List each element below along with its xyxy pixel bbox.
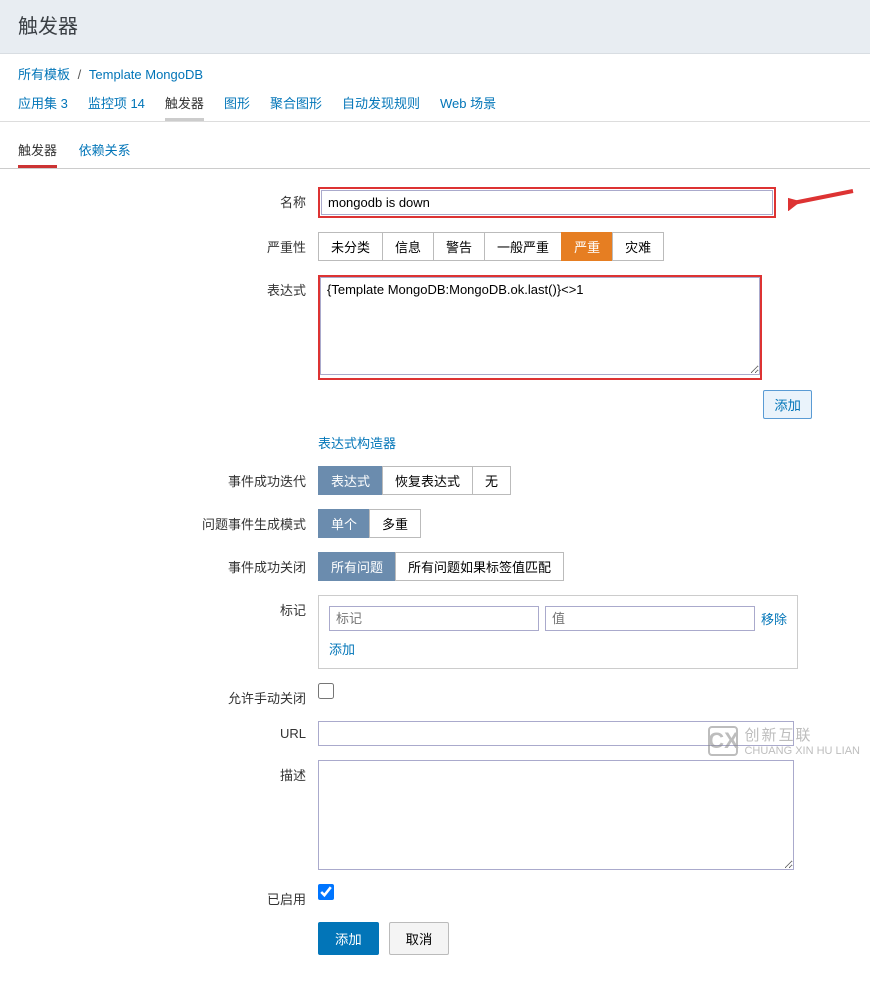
label-enabled: 已启用 [18,884,318,908]
breadcrumb: 所有模板 / Template MongoDB [18,64,852,83]
watermark-logo-icon: CX [708,726,738,756]
tag-name-input[interactable] [329,606,539,631]
event-ok-iter-1[interactable]: 恢复表达式 [382,466,473,495]
expr-highlight [318,275,762,380]
severity-opt-2[interactable]: 警告 [433,232,485,261]
submit-add-button[interactable]: 添加 [318,922,379,955]
problem-mode-segmented: 单个 多重 [318,509,421,538]
cancel-button[interactable]: 取消 [389,922,450,955]
page-header: 触发器 [0,0,870,54]
event-ok-iter-2[interactable]: 无 [472,466,511,495]
tag-add-link[interactable]: 添加 [329,642,355,657]
severity-opt-4[interactable]: 严重 [561,232,613,261]
enabled-checkbox[interactable] [318,884,334,900]
breadcrumb-template[interactable]: Template MongoDB [89,67,203,82]
label-name: 名称 [18,187,318,211]
nav-discovery[interactable]: 自动发现规则 [342,93,420,121]
page-title: 触发器 [18,10,852,39]
watermark: CX 创新互联 CHUANG XIN HU LIAN [708,724,860,757]
tag-value-input[interactable] [545,606,755,631]
nav-screens[interactable]: 聚合图形 [270,93,322,121]
nav-web[interactable]: Web 场景 [440,93,496,121]
label-desc: 描述 [18,760,318,784]
label-tags: 标记 [18,595,318,619]
expr-builder-link[interactable]: 表达式构造器 [318,433,396,452]
severity-segmented: 未分类 信息 警告 一般严重 严重 灾难 [318,232,664,261]
problem-mode-1[interactable]: 多重 [369,509,421,538]
label-severity: 严重性 [18,232,318,256]
name-highlight [318,187,776,218]
severity-opt-1[interactable]: 信息 [382,232,434,261]
subtab-deps[interactable]: 依赖关系 [79,134,131,165]
expression-textarea[interactable] [320,277,760,375]
event-ok-close-segmented: 所有问题 所有问题如果标签值匹配 [318,552,564,581]
label-url: URL [18,721,318,741]
severity-opt-5[interactable]: 灾难 [612,232,664,261]
label-event-ok-close: 事件成功关闭 [18,552,318,576]
event-ok-close-1[interactable]: 所有问题如果标签值匹配 [395,552,564,581]
nav-graphs[interactable]: 图形 [224,93,250,121]
nav-triggers[interactable]: 触发器 [165,93,204,121]
allow-manual-checkbox[interactable] [318,683,334,699]
tag-remove-link[interactable]: 移除 [761,609,787,628]
label-problem-mode: 问题事件生成模式 [18,509,318,533]
nav-bar: 所有模板 / Template MongoDB 应用集 3 监控项 14 触发器… [0,54,870,122]
trigger-form: 名称 严重性 未分类 信息 警告 一般严重 严重 灾难 表达式 [0,169,870,987]
severity-opt-3[interactable]: 一般严重 [484,232,562,261]
label-allow-manual: 允许手动关闭 [18,683,318,707]
breadcrumb-all-templates[interactable]: 所有模板 [18,67,70,82]
breadcrumb-sep: / [78,67,82,82]
expr-add-button[interactable]: 添加 [763,390,812,419]
annotation-arrow-icon [788,185,858,211]
problem-mode-0[interactable]: 单个 [318,509,370,538]
name-input[interactable] [321,190,773,215]
subtab-trigger[interactable]: 触发器 [18,134,57,168]
nav-links: 应用集 3 监控项 14 触发器 图形 聚合图形 自动发现规则 Web 场景 [18,93,852,121]
watermark-sub: CHUANG XIN HU LIAN [744,745,860,757]
event-ok-iter-segmented: 表达式 恢复表达式 无 [318,466,511,495]
watermark-brand: 创新互联 [744,724,860,745]
label-expr: 表达式 [18,275,318,299]
nav-apps[interactable]: 应用集 3 [18,93,68,121]
sub-tabs: 触发器 依赖关系 [0,122,870,169]
nav-items[interactable]: 监控项 14 [88,93,145,121]
severity-opt-0[interactable]: 未分类 [318,232,383,261]
tags-container: 移除 添加 [318,595,798,669]
event-ok-iter-0[interactable]: 表达式 [318,466,383,495]
label-event-ok-iter: 事件成功迭代 [18,466,318,490]
event-ok-close-0[interactable]: 所有问题 [318,552,396,581]
